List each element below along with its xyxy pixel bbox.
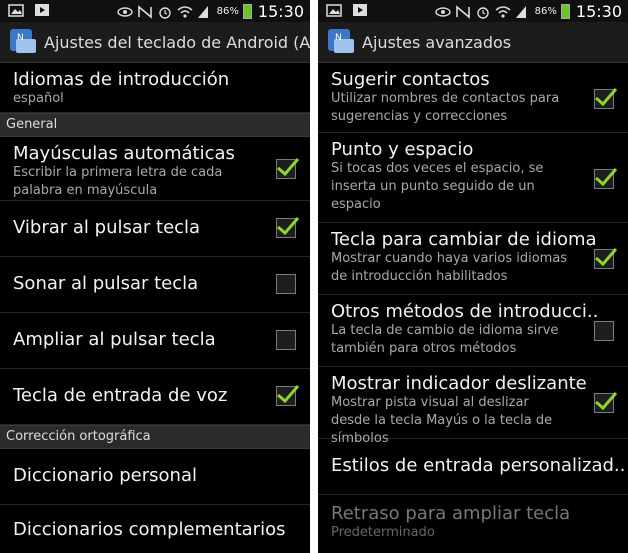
other-input-methods-summary: La tecla de cambio de idioma sirve tambi… (331, 323, 559, 356)
keyboard-app-icon[interactable]: N (328, 29, 354, 55)
right-screen: 86% 15:30 N Ajustes avanzados Sugerir co… (318, 0, 628, 553)
suggest-contacts-summary: Utilizar nombres de contactos para suger… (331, 91, 560, 124)
input-languages-item[interactable]: Idiomas de introducción español (0, 63, 310, 113)
svg-text:N: N (335, 33, 342, 43)
key-popup-delay-value: Predeterminado (331, 525, 435, 540)
auto-capitalization-summary: Escribir la primera letra de cada palabr… (13, 165, 223, 198)
gallery-notification-icon (326, 3, 342, 17)
wifi-icon (177, 5, 193, 19)
personal-dictionary-item[interactable]: Diccionario personal (0, 449, 310, 505)
alarm-icon (157, 5, 173, 19)
language-switch-key-title: Tecla para cambiar de idioma (331, 229, 597, 250)
suggest-contacts-title: Sugerir contactos (331, 69, 490, 90)
custom-input-styles-item[interactable]: Estilos de entrada personalizad.. (318, 439, 628, 495)
voice-key-title: Tecla de entrada de voz (13, 385, 228, 406)
left-screen: 86% 15:30 N Ajustes del teclado de Andro… (0, 0, 310, 553)
addon-dictionaries-item[interactable]: Diccionarios complementarios (0, 505, 310, 545)
language-switch-key-checkbox[interactable] (594, 248, 618, 269)
other-input-methods-item[interactable]: Otros métodos de introducci.. La tecla d… (318, 295, 628, 367)
keyboard-app-icon[interactable]: N (10, 29, 36, 55)
input-languages-value: español (13, 91, 64, 106)
action-bar: N Ajustes avanzados (318, 22, 628, 63)
popup-item[interactable]: Ampliar al pulsar tecla (0, 313, 310, 369)
page-title: Ajustes avanzados (362, 32, 512, 52)
signal-icon (515, 5, 531, 19)
popup-checkbox[interactable] (276, 330, 296, 350)
vibrate-item[interactable]: Vibrar al pulsar tecla (0, 201, 310, 257)
vibrate-title: Vibrar al pulsar tecla (13, 217, 201, 238)
language-switch-key-summary: Mostrar cuando haya varios idiomas de in… (331, 251, 568, 284)
language-switch-key-item[interactable]: Tecla para cambiar de idioma Mostrar cua… (318, 223, 628, 295)
section-header-general: General (0, 113, 310, 137)
status-bar: 86% 15:30 (318, 0, 628, 22)
key-popup-delay-title: Retraso para ampliar tecla (331, 503, 571, 524)
sound-title: Sonar al pulsar tecla (13, 273, 199, 294)
media-notification-icon (352, 3, 368, 17)
media-notification-icon (34, 3, 50, 17)
other-input-methods-checkbox[interactable] (594, 321, 614, 341)
popup-title: Ampliar al pulsar tecla (13, 329, 216, 350)
gesture-trail-item[interactable]: Mostrar indicador deslizante Mostrar pis… (318, 367, 628, 446)
nfc-icon (455, 4, 471, 19)
auto-capitalization-title: Mayúsculas automáticas (13, 143, 235, 164)
double-space-period-summary: Si tocas dos veces el espacio, se insert… (331, 161, 544, 212)
battery-icon (560, 4, 570, 19)
suggest-contacts-item[interactable]: Sugerir contactos Utilizar nombres de co… (318, 63, 628, 133)
auto-capitalization-checkbox[interactable] (276, 158, 300, 179)
svg-text:N: N (17, 33, 24, 43)
voice-key-checkbox[interactable] (276, 385, 300, 406)
wifi-icon (495, 5, 511, 19)
eye-icon (116, 5, 133, 19)
voice-key-item[interactable]: Tecla de entrada de voz (0, 369, 310, 425)
double-space-period-item[interactable]: Punto y espacio Si tocas dos veces el es… (318, 133, 628, 223)
action-bar: N Ajustes del teclado de Android (A.. (0, 22, 310, 63)
status-bar: 86% 15:30 (0, 0, 310, 22)
page-title: Ajustes del teclado de Android (A.. (44, 32, 310, 52)
sound-checkbox[interactable] (276, 274, 296, 294)
gesture-trail-checkbox[interactable] (594, 392, 618, 413)
other-input-methods-title: Otros métodos de introducci.. (331, 301, 599, 322)
sound-item[interactable]: Sonar al pulsar tecla (0, 257, 310, 313)
input-languages-title: Idiomas de introducción (13, 69, 230, 90)
clock: 15:30 (257, 2, 304, 21)
double-space-period-checkbox[interactable] (594, 168, 618, 189)
addon-dictionaries-title: Diccionarios complementarios (13, 519, 286, 540)
custom-input-styles-title: Estilos de entrada personalizad.. (331, 455, 626, 476)
signal-icon (197, 5, 213, 19)
nfc-icon (137, 4, 153, 19)
suggest-contacts-checkbox[interactable] (594, 88, 618, 109)
personal-dictionary-title: Diccionario personal (13, 465, 197, 486)
auto-capitalization-item[interactable]: Mayúsculas automáticas Escribir la prime… (0, 137, 310, 201)
gallery-notification-icon (8, 3, 24, 17)
key-popup-delay-item: Retraso para ampliar tecla Predeterminad… (318, 495, 628, 553)
eye-icon (434, 5, 451, 19)
battery-percent: 86% (534, 6, 557, 17)
double-space-period-title: Punto y espacio (331, 139, 474, 160)
battery-icon (242, 4, 252, 19)
section-header-spelling: Corrección ortográfica (0, 425, 310, 449)
alarm-icon (475, 5, 491, 19)
clock: 15:30 (575, 2, 622, 21)
battery-percent: 86% (216, 6, 239, 17)
gesture-trail-title: Mostrar indicador deslizante (331, 373, 587, 394)
vibrate-checkbox[interactable] (276, 217, 300, 238)
